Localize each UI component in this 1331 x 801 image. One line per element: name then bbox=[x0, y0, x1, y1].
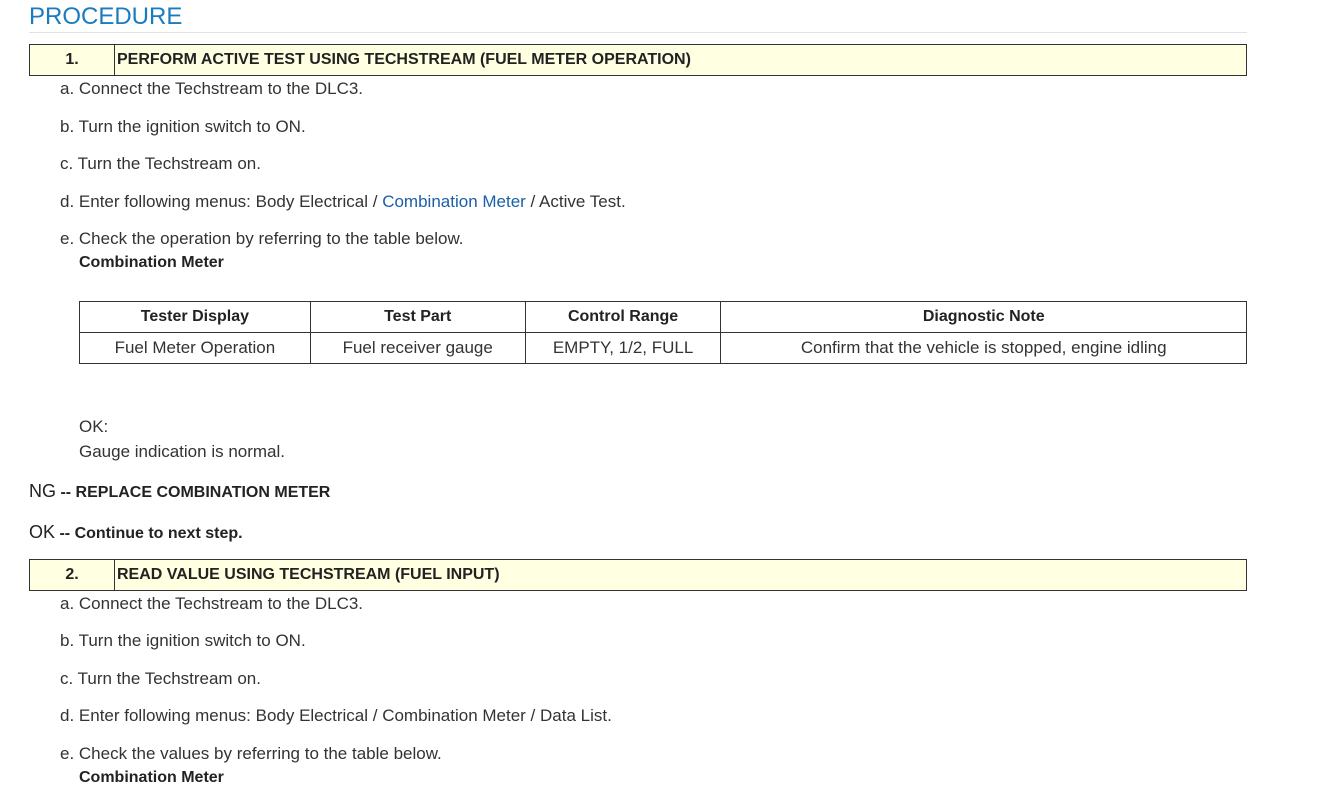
cell-diagnostic-note: Confirm that the vehicle is stopped, eng… bbox=[720, 332, 1247, 364]
step-1-item-b: b. Turn the ignition switch to ON. bbox=[60, 117, 306, 136]
ok-result: OK -- Continue to next step. bbox=[29, 522, 243, 543]
header-tester-display: Tester Display bbox=[79, 301, 311, 333]
step-2-item-e: e. Check the values by referring to the … bbox=[60, 744, 442, 763]
ok-code: OK bbox=[29, 522, 56, 542]
cell-control-range: EMPTY, 1/2, FULL bbox=[524, 332, 722, 364]
ok-criteria: Gauge indication is normal. bbox=[79, 442, 286, 461]
cell-test-part: Fuel receiver gauge bbox=[309, 332, 526, 364]
table-header-row: Tester Display Test Part Control Range D… bbox=[79, 301, 1247, 333]
step-1-number: 1. bbox=[30, 45, 115, 75]
header-test-part: Test Part bbox=[309, 301, 526, 333]
ok-text: -- Continue to next step. bbox=[55, 525, 243, 542]
step-2-heading: READ VALUE USING TECHSTREAM (FUEL INPUT) bbox=[117, 566, 500, 583]
active-test-table: Tester Display Test Part Control Range D… bbox=[79, 301, 1247, 364]
step-1-item-d-suffix: / Active Test. bbox=[525, 192, 626, 211]
step-1-item-e: e. Check the operation by referring to t… bbox=[60, 229, 464, 248]
step-2-item-d: d. Enter following menus: Body Electrica… bbox=[60, 706, 612, 725]
ok-label: OK: bbox=[79, 417, 109, 436]
step-1-item-c: c. Turn the Techstream on. bbox=[60, 154, 261, 173]
step-2-item-a: a. Connect the Techstream to the DLC3. bbox=[60, 594, 364, 613]
step-2-item-b: b. Turn the ignition switch to ON. bbox=[60, 631, 306, 650]
combination-meter-link[interactable]: Combination Meter bbox=[382, 192, 526, 211]
cell-tester-display: Fuel Meter Operation bbox=[79, 332, 311, 364]
step-1-item-a: a. Connect the Techstream to the DLC3. bbox=[60, 79, 364, 98]
step-1-header: 1. PERFORM ACTIVE TEST USING TECHSTREAM … bbox=[29, 44, 1247, 76]
ng-code: NG bbox=[29, 481, 56, 501]
step-2-table-caption: Combination Meter bbox=[79, 769, 224, 786]
step-2-item-c: c. Turn the Techstream on. bbox=[60, 669, 261, 688]
step-1-item-d-prefix: d. Enter following menus: Body Electrica… bbox=[60, 192, 383, 211]
header-control-range: Control Range bbox=[524, 301, 722, 333]
ng-text: -- REPLACE COMBINATION METER bbox=[56, 484, 331, 501]
step-2-number: 2. bbox=[30, 560, 115, 590]
ng-result: NG -- REPLACE COMBINATION METER bbox=[29, 481, 330, 502]
step-1-table-caption: Combination Meter bbox=[79, 254, 224, 271]
step-1-item-d: d. Enter following menus: Body Electrica… bbox=[60, 192, 626, 212]
page-title: PROCEDURE bbox=[29, 3, 1247, 33]
header-diagnostic-note: Diagnostic Note bbox=[720, 301, 1247, 333]
step-1-heading: PERFORM ACTIVE TEST USING TECHSTREAM (FU… bbox=[117, 51, 691, 68]
step-2-header: 2. READ VALUE USING TECHSTREAM (FUEL INP… bbox=[29, 559, 1247, 591]
table-row: Fuel Meter Operation Fuel receiver gauge… bbox=[79, 332, 1247, 364]
